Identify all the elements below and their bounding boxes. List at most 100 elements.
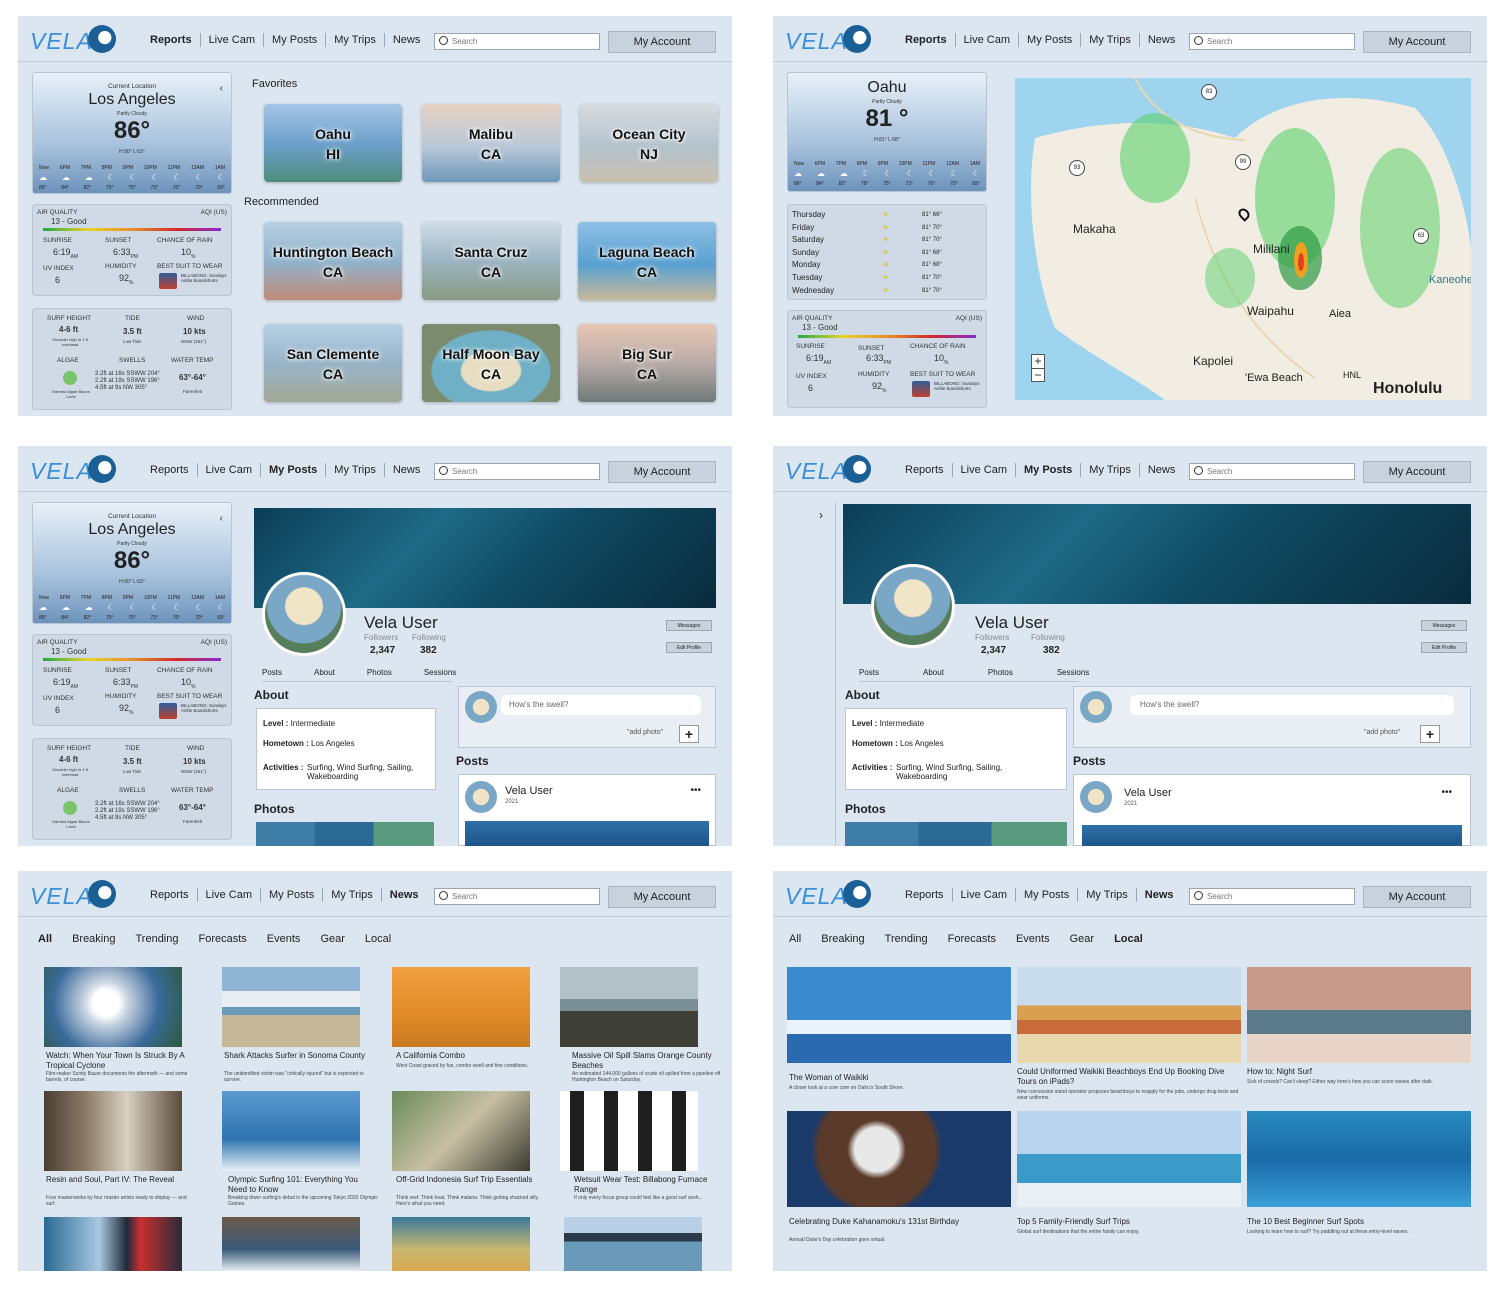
tab-all[interactable]: All xyxy=(789,933,801,945)
favorite-tile-malibu[interactable]: Malibu CA xyxy=(422,104,560,182)
news-thumb[interactable] xyxy=(222,967,360,1047)
tab-breaking[interactable]: Breaking xyxy=(821,933,864,945)
following-count[interactable]: 382 xyxy=(420,645,437,656)
nav-news[interactable]: News xyxy=(383,33,429,47)
nav-my-trips[interactable]: My Trips xyxy=(1080,33,1139,47)
nav-my-posts[interactable]: My Posts xyxy=(1015,463,1080,477)
my-account-button[interactable]: My Account xyxy=(608,886,716,908)
tab-posts[interactable]: Posts xyxy=(262,668,282,677)
nav-my-trips[interactable]: My Trips xyxy=(325,463,384,477)
post-image[interactable] xyxy=(465,821,709,846)
tab-events[interactable]: Events xyxy=(1016,933,1050,945)
nav-live-cam[interactable]: Live Cam xyxy=(196,463,260,477)
nav-my-trips[interactable]: My Trips xyxy=(1077,888,1136,902)
recommended-tile-san-clemente[interactable]: San Clemente CA xyxy=(264,324,402,402)
recommended-tile-half-moon-bay[interactable]: Half Moon Bay CA xyxy=(422,324,560,402)
news-thumb[interactable] xyxy=(564,1217,702,1271)
nav-my-posts[interactable]: My Posts xyxy=(263,33,325,47)
tab-breaking[interactable]: Breaking xyxy=(72,933,115,945)
tab-gear[interactable]: Gear xyxy=(1070,933,1094,945)
recommended-tile-huntington-beach[interactable]: Huntington Beach CA xyxy=(264,222,402,300)
nav-live-cam[interactable]: Live Cam xyxy=(954,33,1018,47)
tab-trending[interactable]: Trending xyxy=(885,933,928,945)
my-account-button[interactable]: My Account xyxy=(1363,461,1471,483)
expand-sidebar-icon[interactable]: › xyxy=(819,508,823,522)
nav-reports[interactable]: Reports xyxy=(142,888,197,902)
local-news-thumb[interactable] xyxy=(1247,967,1471,1063)
nav-news[interactable]: News xyxy=(1138,33,1184,47)
followers-count[interactable]: 2,347 xyxy=(981,645,1006,656)
nav-my-trips[interactable]: My Trips xyxy=(322,888,381,902)
tab-gear[interactable]: Gear xyxy=(320,933,344,945)
search-input[interactable]: Search xyxy=(434,888,600,905)
tab-all[interactable]: All xyxy=(38,933,52,945)
post-image[interactable] xyxy=(1082,825,1462,846)
nav-my-posts[interactable]: My Posts xyxy=(260,888,322,902)
local-news-title[interactable]: The Woman of Waikiki xyxy=(789,1073,1013,1083)
post-username[interactable]: Vela User xyxy=(505,785,553,797)
tab-forecasts[interactable]: Forecasts xyxy=(199,933,247,945)
my-account-button[interactable]: My Account xyxy=(608,461,716,483)
news-thumb[interactable] xyxy=(222,1217,360,1271)
compose-input[interactable]: How's the swell? xyxy=(501,695,701,715)
edit-profile-button[interactable]: Edit Profile xyxy=(666,642,712,653)
nav-reports[interactable]: Reports xyxy=(142,463,197,477)
compose-input[interactable]: How's the swell? xyxy=(1130,695,1454,715)
tab-trending[interactable]: Trending xyxy=(135,933,178,945)
nav-live-cam[interactable]: Live Cam xyxy=(196,888,260,902)
collapse-icon[interactable]: ‹ xyxy=(220,83,223,94)
nav-reports[interactable]: Reports xyxy=(897,888,952,902)
my-account-button[interactable]: My Account xyxy=(1363,31,1471,53)
nav-my-posts[interactable]: My Posts xyxy=(260,463,325,477)
tab-sessions[interactable]: Sessions xyxy=(1057,668,1089,677)
nav-live-cam[interactable]: Live Cam xyxy=(199,33,263,47)
messages-button[interactable]: Messages xyxy=(666,620,712,631)
tab-events[interactable]: Events xyxy=(267,933,301,945)
news-title[interactable]: Shark Attacks Surfer in Sonoma County xyxy=(224,1051,374,1061)
tab-about[interactable]: About xyxy=(314,668,335,677)
logo[interactable]: VELA xyxy=(785,28,848,55)
local-news-thumb[interactable] xyxy=(1017,1111,1241,1207)
nav-news[interactable]: News xyxy=(383,463,429,477)
local-news-thumb[interactable] xyxy=(787,967,1011,1063)
nav-news[interactable]: News xyxy=(380,888,427,902)
profile-avatar[interactable] xyxy=(262,572,346,656)
zoom-in-button[interactable]: + xyxy=(1032,355,1044,369)
nav-reports[interactable]: Reports xyxy=(897,463,952,477)
nav-news[interactable]: News xyxy=(1135,888,1182,902)
news-title[interactable]: Olympic Surfing 101: Everything You Need… xyxy=(228,1175,378,1195)
tab-posts[interactable]: Posts xyxy=(859,668,879,677)
zoom-out-button[interactable]: − xyxy=(1032,369,1044,382)
local-news-title[interactable]: The 10 Best Beginner Surf Spots xyxy=(1247,1217,1471,1227)
tab-about[interactable]: About xyxy=(923,668,944,677)
nav-my-trips[interactable]: My Trips xyxy=(1080,463,1139,477)
news-thumb[interactable] xyxy=(222,1091,360,1171)
local-news-title[interactable]: How to: Night Surf xyxy=(1247,1067,1471,1077)
add-photo-button[interactable]: + xyxy=(679,725,699,743)
local-news-title[interactable]: Top 5 Family-Friendly Surf Trips xyxy=(1017,1217,1241,1227)
more-options-icon[interactable]: ••• xyxy=(1441,787,1452,798)
news-title[interactable]: A California Combo xyxy=(396,1051,546,1061)
logo[interactable]: VELA xyxy=(785,458,848,485)
news-thumb[interactable] xyxy=(392,1091,530,1171)
edit-profile-button[interactable]: Edit Profile xyxy=(1421,642,1467,653)
news-thumb[interactable] xyxy=(44,1091,182,1171)
local-news-thumb[interactable] xyxy=(1017,967,1241,1063)
following-count[interactable]: 382 xyxy=(1043,645,1060,656)
tab-local[interactable]: Local xyxy=(365,933,391,945)
recommended-tile-laguna-beach[interactable]: Laguna Beach CA xyxy=(578,222,716,300)
tab-local[interactable]: Local xyxy=(1114,933,1143,945)
nav-reports[interactable]: Reports xyxy=(142,33,200,47)
nav-live-cam[interactable]: Live Cam xyxy=(951,463,1015,477)
tab-photos[interactable]: Photos xyxy=(367,668,392,677)
news-thumb[interactable] xyxy=(560,967,698,1047)
recommended-tile-big-sur[interactable]: Big Sur CA xyxy=(578,324,716,402)
tab-forecasts[interactable]: Forecasts xyxy=(948,933,996,945)
post-username[interactable]: Vela User xyxy=(1124,787,1172,799)
news-title[interactable]: Off-Grid Indonesia Surf Trip Essentials xyxy=(396,1175,546,1185)
news-thumb[interactable] xyxy=(392,1217,530,1271)
nav-my-posts[interactable]: My Posts xyxy=(1015,888,1077,902)
nav-my-trips[interactable]: My Trips xyxy=(325,33,384,47)
favorite-tile-ocean-city[interactable]: Ocean City NJ xyxy=(580,104,718,182)
followers-count[interactable]: 2,347 xyxy=(370,645,395,656)
